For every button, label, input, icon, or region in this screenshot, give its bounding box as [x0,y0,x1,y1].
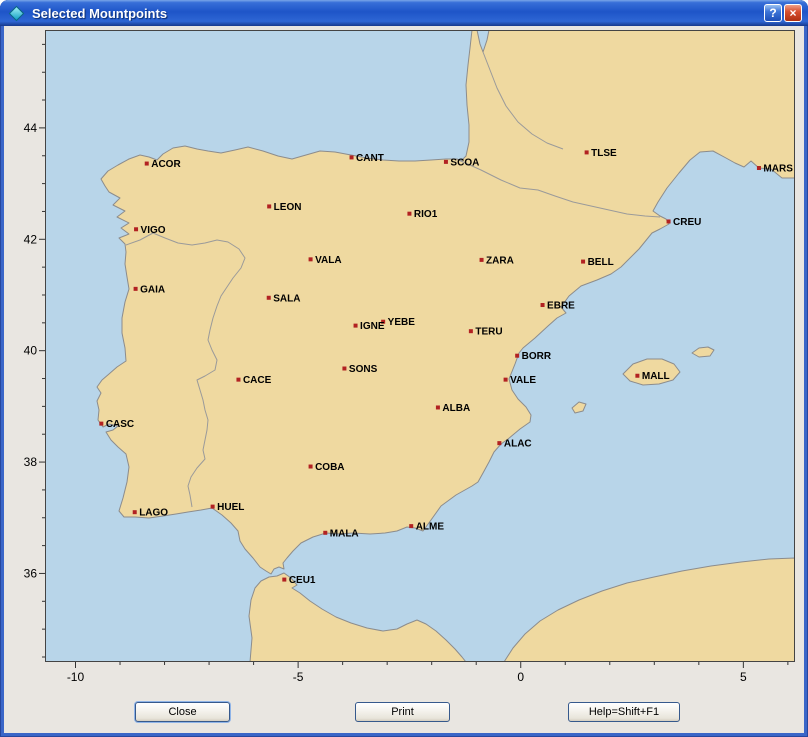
station-label: TLSE [591,148,617,159]
y-axis-label: 36 [24,566,38,580]
station-marker [497,441,501,445]
titlebar-close-icon[interactable]: × [784,4,802,22]
station-marker [541,303,545,307]
station-marker [267,296,271,300]
station-marker [444,160,448,164]
station-label: GAIA [140,284,165,295]
station-label: YEBE [388,317,416,328]
station-marker [309,465,313,469]
x-axis-label: -5 [293,670,304,684]
station-label: CACE [243,375,272,386]
station-label: TERU [475,327,502,338]
window-title: Selected Mountpoints [32,6,762,21]
station-label: CREU [673,217,701,228]
station-label: LAGO [139,508,168,519]
station-marker [757,166,761,170]
station-label: EBRE [547,301,575,312]
station-marker [585,150,589,154]
y-axis-label: 40 [24,344,38,358]
station-label: CANT [356,153,384,164]
y-axis-label: 44 [24,121,38,135]
station-marker [354,324,358,328]
station-label: BELL [588,257,614,268]
x-axis-label: 5 [740,670,747,684]
station-label: HUEL [217,502,244,513]
station-label: VALE [510,375,536,386]
station-label: CEU1 [289,575,316,586]
titlebar-help-icon[interactable]: ? [764,4,782,22]
y-axis-label: 38 [24,455,38,469]
station-marker [211,505,215,509]
station-marker [436,405,440,409]
station-marker [267,204,271,208]
station-label: COBA [315,462,344,473]
station-label: RIO1 [414,209,438,220]
station-label: ALME [416,522,445,533]
station-marker [480,258,484,262]
station-marker [635,374,639,378]
station-marker [409,524,413,528]
station-label: MARS [763,164,793,175]
station-marker [515,354,519,358]
station-label: VALA [315,255,341,266]
station-marker [133,510,137,514]
station-label: CASC [106,419,134,430]
x-axis-label: 0 [517,670,524,684]
app-icon [9,5,25,21]
station-marker [309,257,313,261]
help-shortcut-button[interactable]: Help=Shift+F1 [568,702,680,722]
station-label: MALL [642,371,670,382]
station-label: SCOA [450,157,479,168]
station-label: LEON [274,202,302,213]
station-marker [236,378,240,382]
station-label: IGNE [360,321,385,332]
station-marker [581,260,585,264]
mountpoints-map: ACOR CANT SCOA TLSE MARS LEON RIO1 CREU VIGO VALA… [4,26,804,698]
station-marker [342,366,346,370]
station-marker [407,212,411,216]
close-button[interactable]: Close [135,702,230,722]
station-marker [350,155,354,159]
station-marker [145,162,149,166]
station-marker [667,219,671,223]
station-label: ACOR [151,159,181,170]
station-label: ALAC [504,439,532,450]
dialog-body: ACOR CANT SCOA TLSE MARS LEON RIO1 CREU VIGO VALA… [4,26,804,733]
station-marker [134,287,138,291]
station-marker [323,531,327,535]
station-label: ALBA [442,403,470,414]
titlebar[interactable]: Selected Mountpoints ? × [0,0,808,26]
x-axis-label: -10 [67,670,85,684]
station-marker [134,227,138,231]
print-button[interactable]: Print [355,702,450,722]
y-axis-label: 42 [24,232,38,246]
station-marker [99,422,103,426]
station-label: MALA [330,528,359,539]
station-label: SALA [273,293,300,304]
station-label: SONS [349,364,378,375]
station-label: ZARA [486,255,514,266]
station-label: BORR [522,351,552,362]
station-label: VIGO [141,225,166,236]
station-marker [504,378,508,382]
station-marker [282,578,286,582]
station-marker [469,329,473,333]
selected-mountpoints-dialog: Selected Mountpoints ? × ACOR CANT SCOA TLS… [0,0,808,737]
